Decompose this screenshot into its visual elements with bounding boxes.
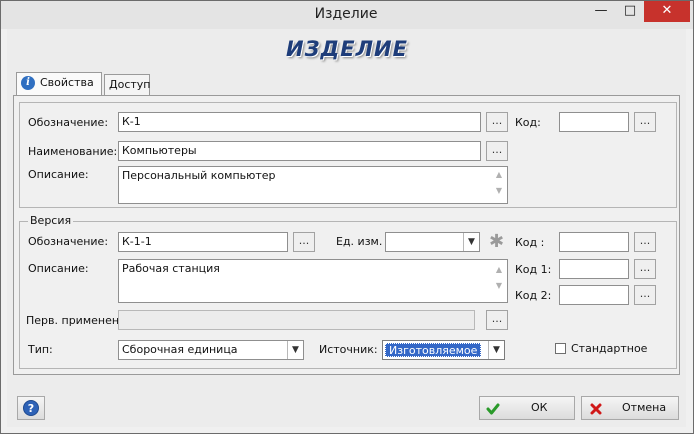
standard-label: Стандартное bbox=[571, 342, 648, 355]
chevron-down-icon[interactable]: ▼ bbox=[488, 341, 504, 359]
version-description-field[interactable]: Рабочая станция bbox=[118, 259, 508, 303]
scroll-up-icon[interactable]: ▲ bbox=[492, 262, 506, 278]
scroll-up-icon[interactable]: ▲ bbox=[492, 167, 506, 183]
scroll-down-icon[interactable]: ▼ bbox=[492, 183, 506, 199]
version-description-scrollbar[interactable]: ▲ ▼ bbox=[492, 262, 506, 298]
description-text: Персональный компьютер bbox=[122, 169, 276, 182]
name-browse-button[interactable]: ... bbox=[486, 141, 508, 161]
cancel-x-icon bbox=[590, 403, 602, 415]
unit-select[interactable]: ▼ bbox=[385, 232, 480, 252]
description-label: Описание: bbox=[28, 168, 89, 181]
unit-label: Ед. изм. bbox=[336, 235, 383, 248]
version-group-title: Версия bbox=[28, 214, 74, 227]
required-asterisk-icon: ✱ bbox=[489, 231, 505, 252]
version-designation-browse-button[interactable]: ... bbox=[293, 232, 315, 252]
ok-button-label: ОК bbox=[531, 401, 548, 414]
code1-field[interactable] bbox=[559, 259, 629, 279]
version-code-browse-button[interactable]: ... bbox=[634, 232, 656, 252]
source-select[interactable]: Изготовляемое ▼ bbox=[382, 340, 505, 360]
version-description-text: Рабочая станция bbox=[122, 262, 220, 275]
ok-button[interactable]: ОК bbox=[479, 396, 575, 420]
close-button[interactable]: ✕ bbox=[644, 1, 690, 22]
first-use-browse-button[interactable]: ... bbox=[486, 310, 508, 330]
code-field[interactable] bbox=[559, 112, 629, 132]
help-icon: ? bbox=[23, 400, 39, 416]
source-label: Источник: bbox=[319, 343, 378, 356]
version-designation-field[interactable]: К-1-1 bbox=[118, 232, 288, 252]
code2-label: Код 2: bbox=[515, 289, 552, 302]
source-select-value: Изготовляемое bbox=[385, 343, 482, 357]
description-scrollbar[interactable]: ▲ ▼ bbox=[492, 167, 506, 203]
name-label: Наименование: bbox=[28, 145, 118, 158]
version-code-field[interactable] bbox=[559, 232, 629, 252]
tab-access[interactable]: Доступ bbox=[104, 74, 150, 96]
version-code-label: Код : bbox=[515, 236, 545, 249]
info-icon: i bbox=[21, 76, 35, 90]
maximize-button[interactable]: □ bbox=[616, 1, 644, 22]
designation-field[interactable]: К-1 bbox=[118, 112, 481, 132]
designation-browse-button[interactable]: ... bbox=[486, 112, 508, 132]
type-select[interactable]: Сборочная единица ▼ bbox=[118, 340, 304, 360]
chevron-down-icon[interactable]: ▼ bbox=[463, 233, 479, 251]
first-use-field[interactable] bbox=[118, 310, 475, 330]
name-field[interactable]: Компьютеры bbox=[118, 141, 481, 161]
cancel-button[interactable]: Отмена bbox=[581, 396, 679, 420]
code1-label: Код 1: bbox=[515, 263, 552, 276]
type-label: Тип: bbox=[28, 343, 53, 356]
code-browse-button[interactable]: ... bbox=[634, 112, 656, 132]
tab-access-label: Доступ bbox=[109, 78, 151, 91]
code2-browse-button[interactable]: ... bbox=[634, 285, 656, 305]
version-description-label: Описание: bbox=[28, 262, 89, 275]
help-button[interactable]: ? bbox=[17, 396, 45, 420]
checkmark-icon bbox=[486, 403, 500, 415]
scroll-down-icon[interactable]: ▼ bbox=[492, 278, 506, 294]
code1-browse-button[interactable]: ... bbox=[634, 259, 656, 279]
tab-properties[interactable]: i Свойства bbox=[16, 72, 102, 96]
tab-properties-label: Свойства bbox=[40, 76, 94, 89]
dialog-heading: ИЗДЕЛИЕ bbox=[286, 37, 408, 61]
code2-field[interactable] bbox=[559, 285, 629, 305]
standard-checkbox[interactable] bbox=[555, 343, 566, 354]
type-select-value: Сборочная единица bbox=[122, 343, 238, 356]
chevron-down-icon[interactable]: ▼ bbox=[287, 341, 303, 359]
code-label: Код: bbox=[515, 116, 541, 129]
cancel-button-label: Отмена bbox=[622, 401, 667, 414]
description-field[interactable]: Персональный компьютер bbox=[118, 166, 508, 204]
designation-label: Обозначение: bbox=[28, 116, 109, 129]
version-designation-label: Обозначение: bbox=[28, 235, 109, 248]
minimize-button[interactable]: — bbox=[586, 1, 616, 22]
first-use-label: Перв. применен. bbox=[26, 314, 123, 327]
